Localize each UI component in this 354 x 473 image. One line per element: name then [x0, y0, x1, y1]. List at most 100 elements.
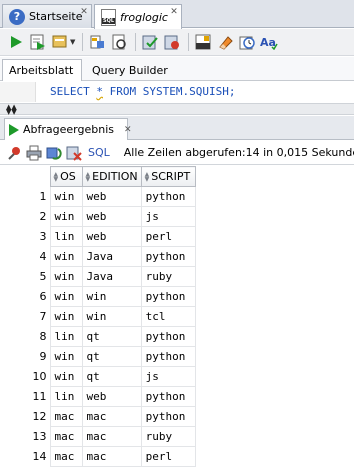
- cell-script[interactable]: python: [140, 186, 196, 207]
- cell-script[interactable]: python: [140, 406, 196, 427]
- explain-plan-icon[interactable]: [87, 32, 107, 52]
- cell-os[interactable]: win: [49, 346, 83, 367]
- results-tab-bar: Abfrageergebnis ✕: [0, 116, 354, 140]
- pin-icon[interactable]: [8, 144, 22, 162]
- cell-script[interactable]: python: [140, 346, 196, 367]
- cell-os[interactable]: win: [49, 206, 83, 227]
- autotrace-icon[interactable]: [50, 32, 70, 52]
- cell-edition[interactable]: mac: [81, 446, 142, 467]
- sql-statement[interactable]: SELECT * FROM SYSTEM.SQUISH;: [50, 85, 235, 98]
- cell-edition[interactable]: mac: [81, 426, 142, 447]
- column-header-os[interactable]: ▲ ▼ OS: [49, 166, 83, 187]
- toolbar-separator: [82, 33, 84, 51]
- cell-edition[interactable]: qt: [81, 326, 142, 347]
- cell-edition[interactable]: web: [81, 386, 142, 407]
- table-row[interactable]: 13 mac mac ruby: [0, 426, 196, 447]
- eraser-icon[interactable]: [215, 32, 235, 52]
- cell-script[interactable]: tcl: [140, 306, 196, 327]
- split-arrows-icon[interactable]: ▲▲ ▼▼: [6, 104, 17, 116]
- results-grid[interactable]: ▲ ▼ OS ▲ ▼ EDITION ▲ ▼ SCRIPT 1 win web python 2 wi…: [0, 166, 354, 473]
- toolbar-separator: [135, 33, 137, 51]
- column-header-edition[interactable]: ▲ ▼ EDITION: [81, 166, 142, 187]
- table-row[interactable]: 10 win qt js: [0, 366, 196, 387]
- cell-edition[interactable]: mac: [81, 406, 142, 427]
- table-row[interactable]: 11 lin web python: [0, 386, 196, 407]
- history-icon[interactable]: [237, 32, 257, 52]
- cell-script[interactable]: python: [140, 326, 196, 347]
- table-row[interactable]: 7 win win tcl: [0, 306, 196, 327]
- cell-edition[interactable]: win: [81, 286, 142, 307]
- table-row[interactable]: 5 win Java ruby: [0, 266, 196, 287]
- chevron-down-icon[interactable]: ▼: [70, 38, 75, 46]
- run-statement-icon[interactable]: [6, 32, 26, 52]
- table-row[interactable]: 2 win web js: [0, 206, 196, 227]
- table-row[interactable]: 9 win qt python: [0, 346, 196, 367]
- cell-os[interactable]: lin: [49, 226, 83, 247]
- table-row[interactable]: 8 lin qt python: [0, 326, 196, 347]
- cell-script[interactable]: perl: [140, 446, 196, 467]
- run-script-icon[interactable]: [28, 32, 48, 52]
- sql-editor[interactable]: SELECT * FROM SYSTEM.SQUISH;: [0, 82, 354, 102]
- close-icon[interactable]: ✕: [170, 8, 178, 17]
- sql-from-clause: FROM SYSTEM.SQUISH;: [102, 85, 236, 98]
- results-table: ▲ ▼ OS ▲ ▼ EDITION ▲ ▼ SCRIPT 1 win web python 2 wi…: [0, 166, 196, 467]
- cell-os[interactable]: lin: [49, 386, 83, 407]
- cell-script[interactable]: ruby: [140, 266, 196, 287]
- rollback-icon[interactable]: [162, 32, 182, 52]
- sql-file-icon[interactable]: [193, 32, 213, 52]
- column-header-script[interactable]: ▲ ▼ SCRIPT: [140, 166, 196, 187]
- cell-os[interactable]: win: [49, 266, 83, 287]
- cell-script[interactable]: ruby: [140, 426, 196, 447]
- sort-icon[interactable]: ▲ ▼: [145, 172, 150, 183]
- cell-edition[interactable]: qt: [81, 346, 142, 367]
- cell-os[interactable]: lin: [49, 326, 83, 347]
- play-icon: [9, 123, 19, 136]
- sort-icon[interactable]: ▲ ▼: [86, 172, 91, 183]
- table-row[interactable]: 6 win win python: [0, 286, 196, 307]
- cell-os[interactable]: mac: [49, 406, 83, 427]
- cell-edition[interactable]: Java: [81, 266, 142, 287]
- sql-file-icon: [101, 8, 116, 26]
- table-row[interactable]: 1 win web python: [0, 186, 196, 207]
- cell-edition[interactable]: Java: [81, 246, 142, 267]
- cell-os[interactable]: mac: [49, 426, 83, 447]
- cell-os[interactable]: win: [49, 306, 83, 327]
- sql-tuning-icon[interactable]: [109, 32, 129, 52]
- cell-script[interactable]: python: [140, 246, 196, 267]
- cell-script[interactable]: js: [140, 366, 196, 387]
- tab-froglogic[interactable]: froglogic ✕: [94, 4, 182, 29]
- to-uppercase-icon[interactable]: Aa: [259, 32, 279, 52]
- commit-icon[interactable]: [140, 32, 160, 52]
- sort-icon[interactable]: ▲ ▼: [54, 172, 59, 183]
- close-icon[interactable]: ✕: [80, 8, 88, 17]
- refresh-icon[interactable]: [46, 144, 62, 162]
- cell-os[interactable]: win: [49, 186, 83, 207]
- cell-edition[interactable]: web: [81, 226, 142, 247]
- sql-link[interactable]: SQL: [88, 146, 110, 159]
- cell-os[interactable]: mac: [49, 446, 83, 467]
- tab-query-builder[interactable]: Query Builder: [86, 59, 174, 81]
- close-icon[interactable]: ✕: [124, 125, 132, 135]
- row-number-header: [0, 166, 50, 187]
- cell-edition[interactable]: web: [81, 186, 142, 207]
- delete-icon[interactable]: [66, 144, 82, 162]
- cell-script[interactable]: python: [140, 286, 196, 307]
- cell-script[interactable]: python: [140, 386, 196, 407]
- print-icon[interactable]: [26, 144, 42, 162]
- tab-arbeitsblatt[interactable]: Arbeitsblatt: [2, 59, 82, 81]
- tab-startseite[interactable]: ? Startseite ✕: [2, 4, 92, 28]
- cell-os[interactable]: win: [49, 366, 83, 387]
- table-row[interactable]: 12 mac mac python: [0, 406, 196, 427]
- cell-edition[interactable]: web: [81, 206, 142, 227]
- cell-edition[interactable]: qt: [81, 366, 142, 387]
- pane-splitter[interactable]: ▲▲ ▼▼: [0, 103, 354, 116]
- tab-query-result[interactable]: Abfrageergebnis ✕: [4, 118, 132, 140]
- table-row[interactable]: 3 lin web perl: [0, 226, 196, 247]
- table-row[interactable]: 4 win Java python: [0, 246, 196, 267]
- cell-script[interactable]: js: [140, 206, 196, 227]
- table-row[interactable]: 14 mac mac perl: [0, 446, 196, 467]
- cell-os[interactable]: win: [49, 286, 83, 307]
- cell-script[interactable]: perl: [140, 226, 196, 247]
- cell-edition[interactable]: win: [81, 306, 142, 327]
- cell-os[interactable]: win: [49, 246, 83, 267]
